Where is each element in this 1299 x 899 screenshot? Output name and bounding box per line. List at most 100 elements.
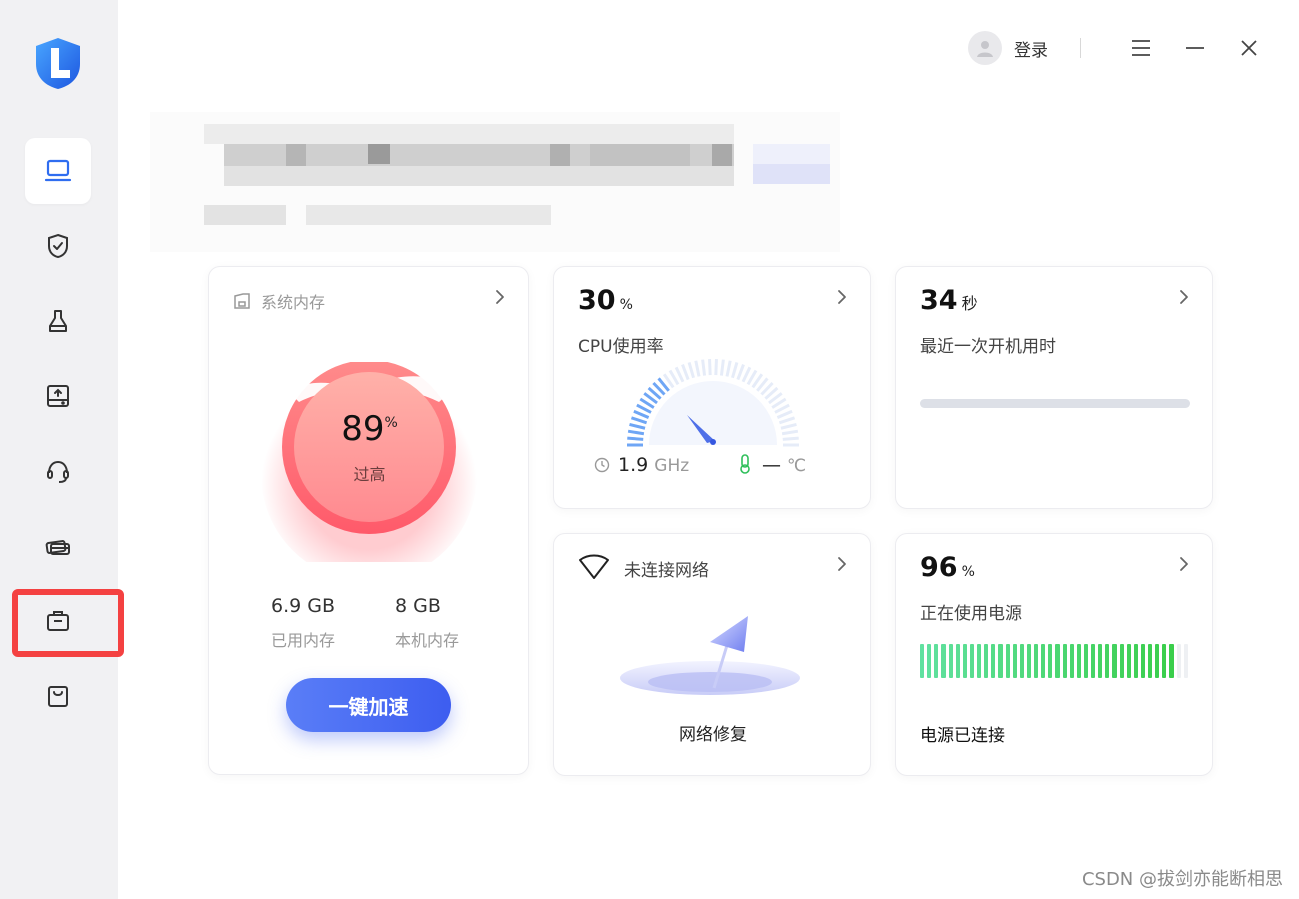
battery-percent: 96% — [920, 552, 975, 583]
sidebar-item-home[interactable] — [25, 138, 91, 204]
battery-status: 电源已连接 — [920, 726, 1005, 746]
battery-segment — [1183, 644, 1188, 678]
clock-icon — [594, 457, 610, 473]
boost-button[interactable]: 一键加速 — [286, 678, 451, 732]
battery-segment — [1076, 644, 1081, 678]
boot-time-card: 34 秒 最近一次开机用时 — [895, 266, 1213, 509]
chevron-right-icon[interactable] — [492, 289, 508, 305]
battery-segment — [1119, 644, 1124, 678]
battery-segment — [969, 644, 974, 678]
boot-time-label: 最近一次开机用时 — [920, 337, 1056, 357]
cpu-card: 30% CPU使用率 1.9 GHz — ℃ — [553, 266, 871, 509]
cpu-label: CPU使用率 — [578, 337, 664, 357]
menu-button[interactable] — [1121, 28, 1161, 68]
gauge-tick — [701, 359, 707, 376]
battery-segment — [984, 644, 989, 678]
cpu-temp-unit: ℃ — [787, 456, 807, 476]
battery-level-bar — [920, 644, 1188, 678]
sidebar-item-drive[interactable] — [25, 363, 91, 429]
battery-segment — [1162, 644, 1167, 678]
gauge-tick — [736, 364, 745, 381]
battery-segment — [1133, 644, 1138, 678]
thermometer-icon — [740, 454, 750, 474]
battery-segment — [1126, 644, 1131, 678]
boot-time-value: 34 — [920, 285, 958, 316]
battery-segment — [1105, 644, 1110, 678]
chevron-right-icon[interactable] — [834, 289, 850, 305]
toolbox-icon — [47, 611, 69, 631]
cpu-temp: — ℃ — [762, 454, 806, 476]
gauge-tick — [725, 360, 732, 377]
memory-percent-unit: % — [384, 415, 398, 431]
gauge-pivot — [710, 439, 716, 445]
watermark: CSDN @拔剑亦能断相思 — [1081, 869, 1283, 890]
boot-time-unit: 秒 — [961, 294, 978, 313]
memory-total-value: 8 GB — [395, 595, 441, 617]
battery-segment — [1055, 644, 1060, 678]
battery-segment — [991, 644, 996, 678]
network-status: 未连接网络 — [624, 561, 709, 581]
battery-segment — [948, 644, 953, 678]
user-icon — [977, 41, 993, 57]
laptop-icon — [44, 159, 72, 182]
gauge-tick — [681, 364, 690, 381]
battery-segment — [955, 644, 960, 678]
cpu-percent-unit: % — [619, 297, 633, 313]
battery-segment — [1112, 644, 1117, 678]
sidebar-item-security[interactable] — [25, 213, 91, 279]
headset-icon — [47, 460, 69, 483]
satellite-dish-illustration — [620, 616, 800, 695]
close-icon — [1241, 40, 1257, 56]
network-card: 未连接网络 网络修复 — [553, 533, 871, 776]
battery-segment — [1098, 644, 1103, 678]
blurred-banner — [150, 112, 840, 252]
memory-card: 系统内存 89% 过高 6.9 GB 已用内存 8 GB 本机内存 一键加速 — [208, 266, 529, 775]
sidebar-item-clean[interactable] — [25, 288, 91, 354]
battery-segment — [977, 644, 982, 678]
sidebar-item-cards[interactable] — [25, 513, 91, 579]
memory-icon — [234, 293, 250, 309]
battery-segment — [1148, 644, 1153, 678]
memory-status: 过高 — [353, 465, 386, 484]
battery-segment — [1034, 644, 1039, 678]
battery-segment — [1012, 644, 1017, 678]
minimize-button[interactable] — [1175, 28, 1215, 68]
chevron-right-icon[interactable] — [1176, 289, 1192, 305]
gauge-tick — [719, 359, 725, 376]
sidebar-item-store[interactable] — [25, 663, 91, 729]
gauge-tick — [627, 429, 645, 436]
cpu-percent-value: 30 — [578, 285, 616, 316]
chevron-right-icon[interactable] — [1176, 556, 1192, 572]
memory-title: 系统内存 — [261, 293, 326, 312]
battery-segment — [1140, 644, 1145, 678]
battery-segment — [1026, 644, 1031, 678]
battery-segment — [1048, 644, 1053, 678]
memory-percent: 89% — [209, 409, 530, 449]
cpu-gauge — [627, 359, 799, 447]
memory-total-label: 本机内存 — [395, 631, 460, 650]
cpu-percent: 30% — [578, 285, 633, 316]
battery-segment — [941, 644, 946, 678]
network-repair-link[interactable]: 网络修复 — [554, 720, 872, 745]
memory-used-label: 已用内存 — [271, 631, 336, 650]
battery-segment — [962, 644, 967, 678]
avatar[interactable] — [968, 31, 1002, 65]
battery-segment — [1176, 644, 1181, 678]
minimize-icon — [1186, 47, 1204, 49]
cards-icon — [45, 540, 70, 555]
close-button[interactable] — [1229, 28, 1269, 68]
gauge-tick — [741, 366, 752, 383]
memory-used-value: 6.9 GB — [271, 595, 336, 617]
login-link[interactable]: 登录 — [1014, 36, 1048, 61]
gauge-tick — [781, 429, 799, 436]
battery-percent-unit: % — [961, 564, 975, 580]
wifi-icon — [579, 554, 609, 579]
boot-time: 34 秒 — [920, 285, 978, 316]
sidebar-item-service[interactable] — [25, 438, 91, 504]
sidebar-item-toolbox[interactable] — [25, 588, 91, 654]
gauge-tick — [782, 436, 799, 441]
chevron-right-icon[interactable] — [834, 556, 850, 572]
battery-segment — [1062, 644, 1067, 678]
gauge-tick — [708, 359, 712, 376]
gauge-tick — [627, 436, 644, 441]
